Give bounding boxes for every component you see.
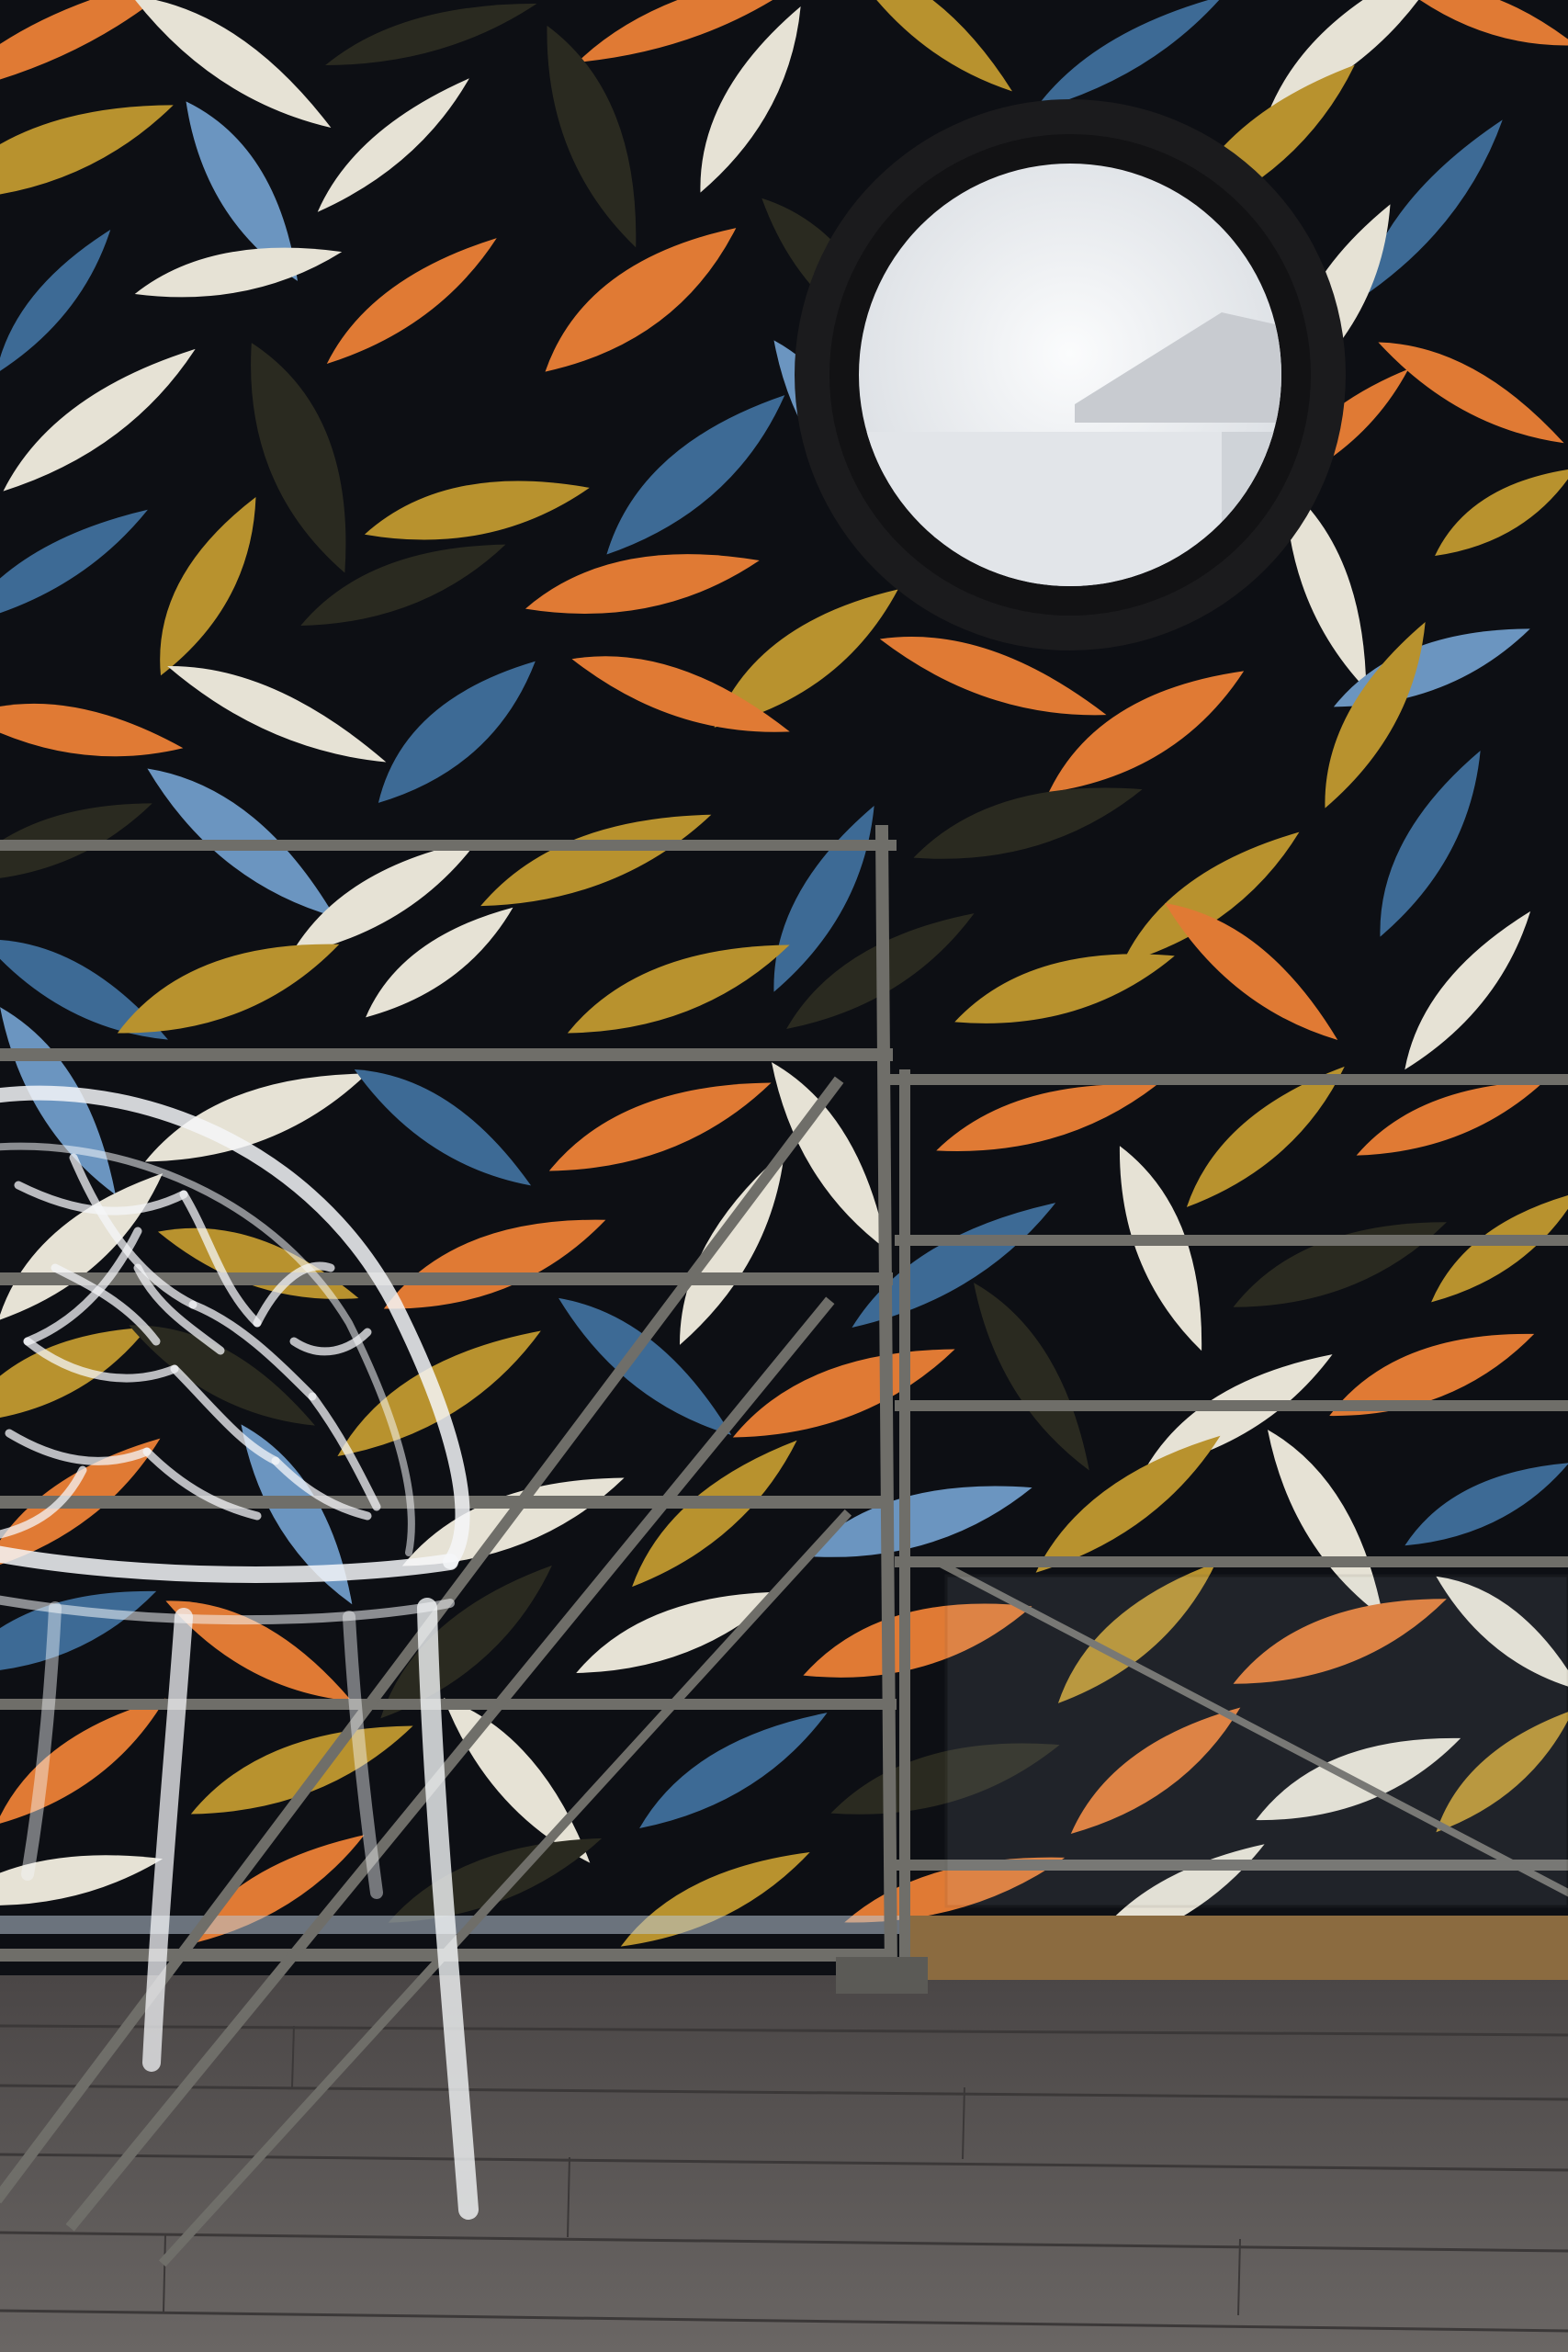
- scene-illustration: [0, 0, 1568, 2352]
- round-porthole-window: [795, 99, 1346, 650]
- railing-foot-plate: [836, 1957, 928, 1994]
- railing-bar: [874, 824, 898, 1983]
- glass-panel: [944, 1574, 1568, 1908]
- landing-edge: [900, 1916, 1568, 1980]
- photo-scene: [0, 0, 1568, 2352]
